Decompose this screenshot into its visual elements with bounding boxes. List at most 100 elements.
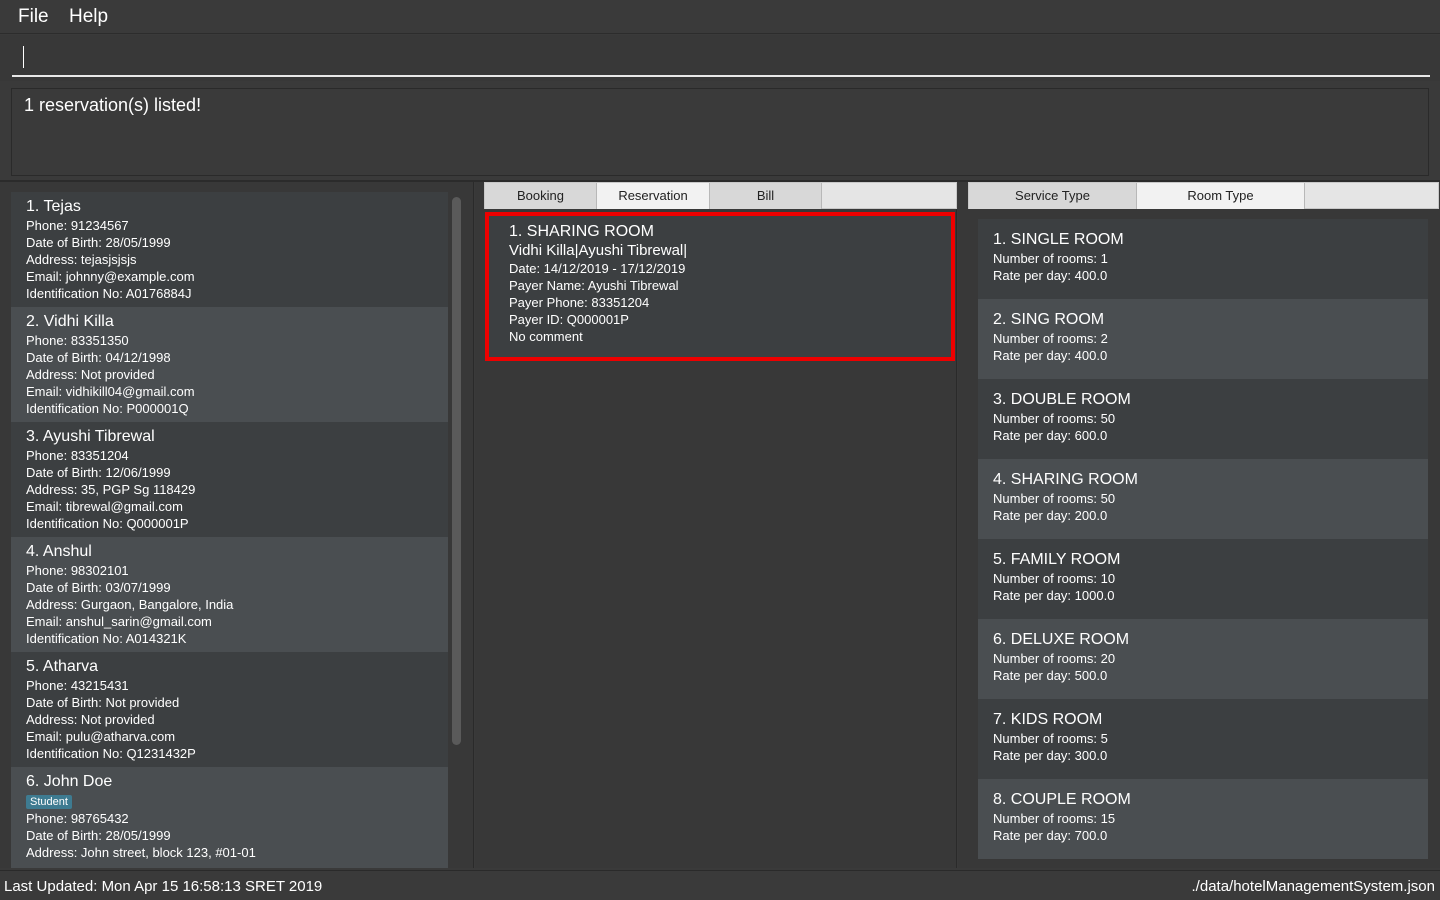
guest-dob: Date of Birth: 28/05/1999 (26, 828, 171, 843)
guest-address: Address: tejasjsjsjs (26, 252, 137, 267)
reservation-payer-phone: Payer Phone: 83351204 (509, 295, 650, 310)
right-tab-bar: Service Type Room Type (968, 182, 1439, 209)
room-card[interactable]: 8. COUPLE ROOM Number of rooms: 15 Rate … (978, 779, 1428, 859)
guest-phone: Phone: 98765432 (26, 811, 129, 826)
guest-list[interactable]: 1. Tejas Phone: 91234567 Date of Birth: … (11, 192, 448, 868)
room-card[interactable]: 4. SHARING ROOM Number of rooms: 50 Rate… (978, 459, 1428, 539)
last-updated-text: Last Updated: Mon Apr 15 16:58:13 SRET 2… (4, 878, 323, 895)
guest-email: Email: anshul_sarin@gmail.com (26, 614, 212, 629)
guest-phone: Phone: 43215431 (26, 678, 129, 693)
reservation-date: Date: 14/12/2019 - 17/12/2019 (509, 261, 686, 276)
room-card[interactable]: 7. KIDS ROOM Number of rooms: 5 Rate per… (978, 699, 1428, 779)
mid-tab-bar: Booking Reservation Bill (484, 182, 957, 209)
guest-card[interactable]: 2. Vidhi Killa Phone: 83351350 Date of B… (11, 307, 448, 422)
guest-email: Email: vidhikill04@gmail.com (26, 384, 195, 399)
guest-phone: Phone: 91234567 (26, 218, 129, 233)
room-card[interactable]: 3. DOUBLE ROOM Number of rooms: 50 Rate … (978, 379, 1428, 459)
room-count: Number of rooms: 5 (993, 731, 1108, 746)
room-card[interactable]: 6. DELUXE ROOM Number of rooms: 20 Rate … (978, 619, 1428, 699)
guest-card[interactable]: 4. Anshul Phone: 98302101 Date of Birth:… (11, 537, 448, 652)
guest-dob: Date of Birth: Not provided (26, 695, 180, 710)
guest-dob: Date of Birth: 04/12/1998 (26, 350, 171, 365)
guest-list-scrollbar[interactable] (452, 197, 461, 745)
guest-list-panel: 1. Tejas Phone: 91234567 Date of Birth: … (0, 182, 474, 868)
tab-bill[interactable]: Bill (710, 183, 822, 209)
room-title: 4. SHARING ROOM (993, 471, 1138, 488)
guest-address: Address: Not provided (26, 367, 155, 382)
guest-id: Identification No: A014321K (26, 631, 187, 646)
room-count: Number of rooms: 2 (993, 331, 1108, 346)
room-rate: Rate per day: 1000.0 (993, 588, 1115, 603)
reservation-card[interactable]: 1. SHARING ROOM Vidhi Killa|Ayushi Tibre… (485, 212, 955, 361)
guest-email: Email: johnny@example.com (26, 269, 195, 284)
room-count: Number of rooms: 20 (993, 651, 1116, 666)
reservation-payer-id: Payer ID: Q000001P (509, 312, 629, 327)
guest-card[interactable]: 1. Tejas Phone: 91234567 Date of Birth: … (11, 192, 448, 307)
room-rate: Rate per day: 500.0 (993, 668, 1108, 683)
guest-tag: Student (26, 795, 72, 809)
room-title: 1. SINGLE ROOM (993, 231, 1124, 248)
guest-email: Email: pulu@atharva.com (26, 729, 176, 744)
room-list[interactable]: 1. SINGLE ROOM Number of rooms: 1 Rate p… (978, 219, 1428, 864)
guest-id: Identification No: P000001Q (26, 401, 189, 416)
guest-name: 4. Anshul (26, 543, 92, 560)
guest-phone: Phone: 98302101 (26, 563, 129, 578)
guest-dob: Date of Birth: 03/07/1999 (26, 580, 171, 595)
guest-card[interactable]: 6. John Doe Student Phone: 98765432 Date… (11, 767, 448, 868)
room-title: 8. COUPLE ROOM (993, 791, 1131, 808)
guest-card[interactable]: 5. Atharva Phone: 43215431 Date of Birth… (11, 652, 448, 767)
reservation-panel: Booking Reservation Bill 1. SHARING ROOM… (475, 182, 957, 868)
room-card[interactable]: 5. FAMILY ROOM Number of rooms: 10 Rate … (978, 539, 1428, 619)
room-count: Number of rooms: 50 (993, 411, 1116, 426)
room-card[interactable]: 1. SINGLE ROOM Number of rooms: 1 Rate p… (978, 219, 1428, 299)
room-title: 5. FAMILY ROOM (993, 551, 1121, 568)
guest-address: Address: Gurgaon, Bangalore, India (26, 597, 234, 612)
status-bar: Last Updated: Mon Apr 15 16:58:13 SRET 2… (0, 870, 1440, 900)
room-rate: Rate per day: 400.0 (993, 268, 1108, 283)
room-count: Number of rooms: 50 (993, 491, 1116, 506)
guest-dob: Date of Birth: 12/06/1999 (26, 465, 171, 480)
room-rate: Rate per day: 200.0 (993, 508, 1108, 523)
menu-file[interactable]: File (18, 6, 49, 28)
reservation-comment: No comment (509, 329, 583, 344)
guest-card[interactable]: 3. Ayushi Tibrewal Phone: 83351204 Date … (11, 422, 448, 537)
room-rate: Rate per day: 300.0 (993, 748, 1108, 763)
guest-address: Address: 35, PGP Sg 118429 (26, 482, 196, 497)
result-display: 1 reservation(s) listed! (11, 88, 1429, 176)
guest-address: Address: John street, block 123, #01-01 (26, 845, 256, 860)
guest-name: 2. Vidhi Killa (26, 313, 114, 330)
guest-name: 3. Ayushi Tibrewal (26, 428, 155, 445)
room-card[interactable]: 2. SING ROOM Number of rooms: 2 Rate per… (978, 299, 1428, 379)
reservation-title: 1. SHARING ROOM (509, 223, 654, 240)
room-count: Number of rooms: 15 (993, 811, 1116, 826)
text-caret (23, 46, 24, 68)
room-rate: Rate per day: 700.0 (993, 828, 1108, 843)
save-location-text: ./data/hotelManagementSystem.json (1191, 878, 1435, 895)
menu-help[interactable]: Help (69, 6, 108, 28)
menu-bar: File Help (0, 0, 1440, 34)
room-title: 2. SING ROOM (993, 311, 1105, 328)
reservation-payer-name: Payer Name: Ayushi Tibrewal (509, 278, 679, 293)
room-title: 6. DELUXE ROOM (993, 631, 1130, 648)
tab-room-type[interactable]: Room Type (1137, 183, 1305, 209)
guest-name: 5. Atharva (26, 658, 99, 675)
command-box (0, 35, 1440, 81)
tab-service-type[interactable]: Service Type (969, 183, 1137, 209)
command-input[interactable] (12, 39, 1430, 77)
room-title: 3. DOUBLE ROOM (993, 391, 1131, 408)
room-count: Number of rooms: 1 (993, 251, 1108, 266)
room-title: 7. KIDS ROOM (993, 711, 1103, 728)
tab-reservation[interactable]: Reservation (597, 183, 710, 209)
room-rate: Rate per day: 400.0 (993, 348, 1108, 363)
guest-id: Identification No: Q000001P (26, 516, 189, 531)
tab-booking[interactable]: Booking (485, 183, 597, 209)
guest-phone: Phone: 83351204 (26, 448, 129, 463)
room-rate: Rate per day: 600.0 (993, 428, 1108, 443)
guest-id: Identification No: A0176884J (26, 286, 192, 301)
guest-phone: Phone: 83351350 (26, 333, 129, 348)
guest-name: 6. John Doe (26, 773, 113, 790)
guest-name: 1. Tejas (26, 198, 81, 215)
guest-address: Address: Not provided (26, 712, 155, 727)
room-type-panel: Service Type Room Type 1. SINGLE ROOM Nu… (958, 182, 1440, 868)
guest-id: Identification No: Q1231432P (26, 746, 196, 761)
